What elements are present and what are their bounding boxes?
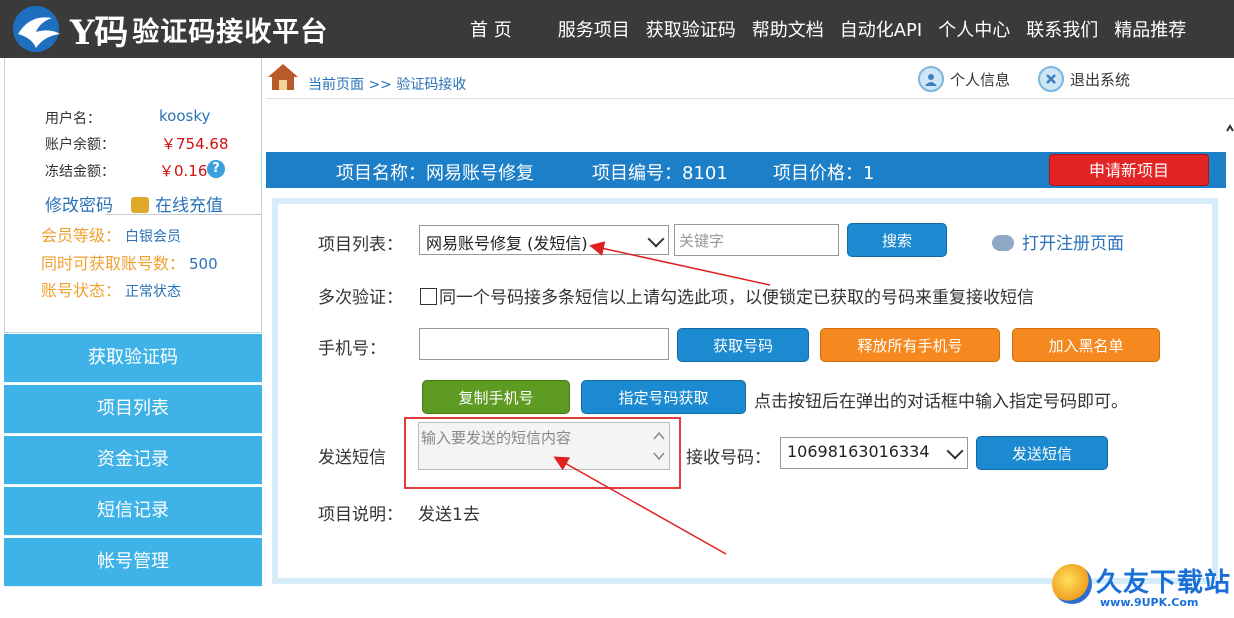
concurrent-row: 同时可获取账号数： 500 xyxy=(41,250,218,274)
logout-label: 退出系统 xyxy=(1070,70,1131,89)
concurrent-value: 500 xyxy=(189,255,218,273)
scroll-up-icon[interactable] xyxy=(1226,120,1234,134)
multi-verify-option[interactable]: 同一个号码接多条短信以上请勾选此项，以便锁定已获取的号码来重复接收短信 xyxy=(420,283,1034,308)
send-sms-button[interactable]: 发送短信 xyxy=(976,436,1108,470)
help-icon[interactable]: ? xyxy=(207,160,225,178)
copy-phone-button[interactable]: 复制手机号 xyxy=(422,380,570,414)
menu-project-list[interactable]: 项目列表 xyxy=(4,385,262,434)
specify-hint: 点击按钮后在弹出的对话框中输入指定号码即可。 xyxy=(754,392,1128,412)
menu-get-code[interactable]: 获取验证码 xyxy=(4,334,262,383)
recharge-label: 在线充值 xyxy=(155,196,223,216)
username-label: 用户名： xyxy=(45,111,101,127)
username-value: koosky xyxy=(159,107,211,125)
nav-home[interactable]: 首 页 xyxy=(470,16,512,42)
nav-help-docs[interactable]: 帮助文档 xyxy=(752,16,824,42)
frozen-value: ￥0.16 xyxy=(159,162,208,180)
highlight-box xyxy=(404,417,681,489)
frozen-label: 冻结金额： xyxy=(45,164,115,180)
nav-services[interactable]: 服务项目 xyxy=(558,16,630,42)
status-row: 账号状态： 正常状态 xyxy=(41,277,181,301)
menu-fund-records[interactable]: 资金记录 xyxy=(4,436,262,485)
nav-get-code[interactable]: 获取验证码 xyxy=(646,16,736,42)
frozen-row: 冻结金额： ￥0.16 ? xyxy=(45,160,225,181)
project-price: 项目价格：1 xyxy=(773,163,875,184)
multi-verify-label: 多次验证： xyxy=(318,288,403,308)
watermark: 久友下载站 www.9UPK.Com xyxy=(1048,560,1234,618)
breadcrumb-bar: 当前页面 >> 验证码接收 个人信息 退出系统 xyxy=(266,58,1234,99)
project-select-value: 网易账号修复 (发短信) xyxy=(426,234,588,253)
nav-contact[interactable]: 联系我们 xyxy=(1026,16,1098,42)
coins-icon xyxy=(131,197,149,213)
username-row: 用户名： koosky xyxy=(45,107,210,128)
menu-sms-records[interactable]: 短信记录 xyxy=(4,487,262,536)
open-register-link[interactable]: 打开注册页面 xyxy=(992,229,1124,254)
new-project-button[interactable]: 申请新项目 xyxy=(1049,154,1209,186)
watermark-url: www.9UPK.Com xyxy=(1100,596,1199,609)
status-label: 账号状态： xyxy=(41,281,122,300)
concurrent-label: 同时可获取账号数： xyxy=(41,254,186,273)
bird-logo-icon xyxy=(13,6,60,52)
level-value: 白银会员 xyxy=(125,229,182,245)
project-header: 项目名称：网易账号修复 项目编号：8101 项目价格：1 申请新项目 xyxy=(266,152,1226,188)
phone-input[interactable] xyxy=(419,328,669,360)
project-select[interactable]: 网易账号修复 (发短信) xyxy=(419,225,669,255)
cloud-icon xyxy=(992,235,1014,251)
keyword-input[interactable]: 关键字 xyxy=(674,224,839,256)
sidebar: 用户名： koosky 账户余额： ￥754.68 冻结金额： ￥0.16 ? … xyxy=(4,58,262,590)
search-button[interactable]: 搜索 xyxy=(847,223,947,257)
site-logo[interactable]: Y码 验证码接收平台 xyxy=(10,4,328,54)
blacklist-button[interactable]: 加入黑名单 xyxy=(1012,328,1160,362)
logout-icon xyxy=(1038,66,1064,92)
chevron-down-icon xyxy=(647,230,665,248)
logout-link[interactable]: 退出系统 xyxy=(1038,66,1130,92)
level-row: 会员等级： 白银会员 xyxy=(41,222,181,246)
balance-label: 账户余额： xyxy=(45,137,115,153)
account-info-box: 用户名： koosky 账户余额： ￥754.68 冻结金额： ￥0.16 ? … xyxy=(4,58,262,333)
level-label: 会员等级： xyxy=(41,226,122,245)
balance-row: 账户余额： ￥754.68 xyxy=(45,134,229,154)
divider xyxy=(105,214,261,215)
profile-link[interactable]: 个人信息 xyxy=(918,66,1010,92)
status-value: 正常状态 xyxy=(125,284,182,300)
receiver-label: 接收号码： xyxy=(686,448,771,468)
phone-label: 手机号： xyxy=(318,339,386,359)
change-password-link[interactable]: 修改密码 xyxy=(45,191,113,216)
get-number-button[interactable]: 获取号码 xyxy=(677,328,809,362)
recharge-link[interactable]: 在线充值 xyxy=(131,191,223,216)
menu-account-manage[interactable]: 帐号管理 xyxy=(4,538,262,587)
user-icon xyxy=(918,66,944,92)
open-register-label: 打开注册页面 xyxy=(1022,234,1124,254)
nav-user-center[interactable]: 个人中心 xyxy=(938,16,1010,42)
watermark-text: 久友下载站 xyxy=(1096,568,1232,598)
sms-label: 发送短信 xyxy=(318,448,386,468)
specify-number-button[interactable]: 指定号码获取 xyxy=(581,380,746,414)
site-name: 验证码接收平台 xyxy=(132,16,329,48)
project-list-label: 项目列表： xyxy=(318,235,403,255)
balance-value: ￥754.68 xyxy=(161,135,229,153)
nav-api[interactable]: 自动化API xyxy=(840,16,922,42)
profile-label: 个人信息 xyxy=(950,70,1011,89)
multi-verify-text: 同一个号码接多条短信以上请勾选此项，以便锁定已获取的号码来重复接收短信 xyxy=(439,288,1034,308)
nav-featured[interactable]: 精品推荐 xyxy=(1114,16,1186,42)
main-nav: 首 页 服务项目 获取验证码 帮助文档 自动化API 个人中心 联系我们 精品推… xyxy=(470,0,1202,58)
chevron-down-icon xyxy=(946,442,964,460)
logo-y-letter: Y码 xyxy=(70,12,129,53)
watermark-logo-icon xyxy=(1052,564,1092,604)
breadcrumb: 当前页面 >> 验证码接收 xyxy=(308,77,467,93)
project-name: 项目名称：网易账号修复 xyxy=(336,163,534,184)
description-label: 项目说明： xyxy=(318,505,403,525)
multi-verify-checkbox[interactable] xyxy=(420,288,437,305)
receiver-value: 10698163016334 xyxy=(787,442,930,461)
description-value: 发送1去 xyxy=(418,505,480,525)
top-navbar: Y码 验证码接收平台 首 页 服务项目 获取验证码 帮助文档 自动化API 个人… xyxy=(0,0,1234,58)
release-all-button[interactable]: 释放所有手机号 xyxy=(820,328,1000,362)
project-id: 项目编号：8101 xyxy=(592,163,728,184)
home-icon[interactable] xyxy=(266,62,300,92)
receiver-select[interactable]: 10698163016334 xyxy=(780,437,968,469)
